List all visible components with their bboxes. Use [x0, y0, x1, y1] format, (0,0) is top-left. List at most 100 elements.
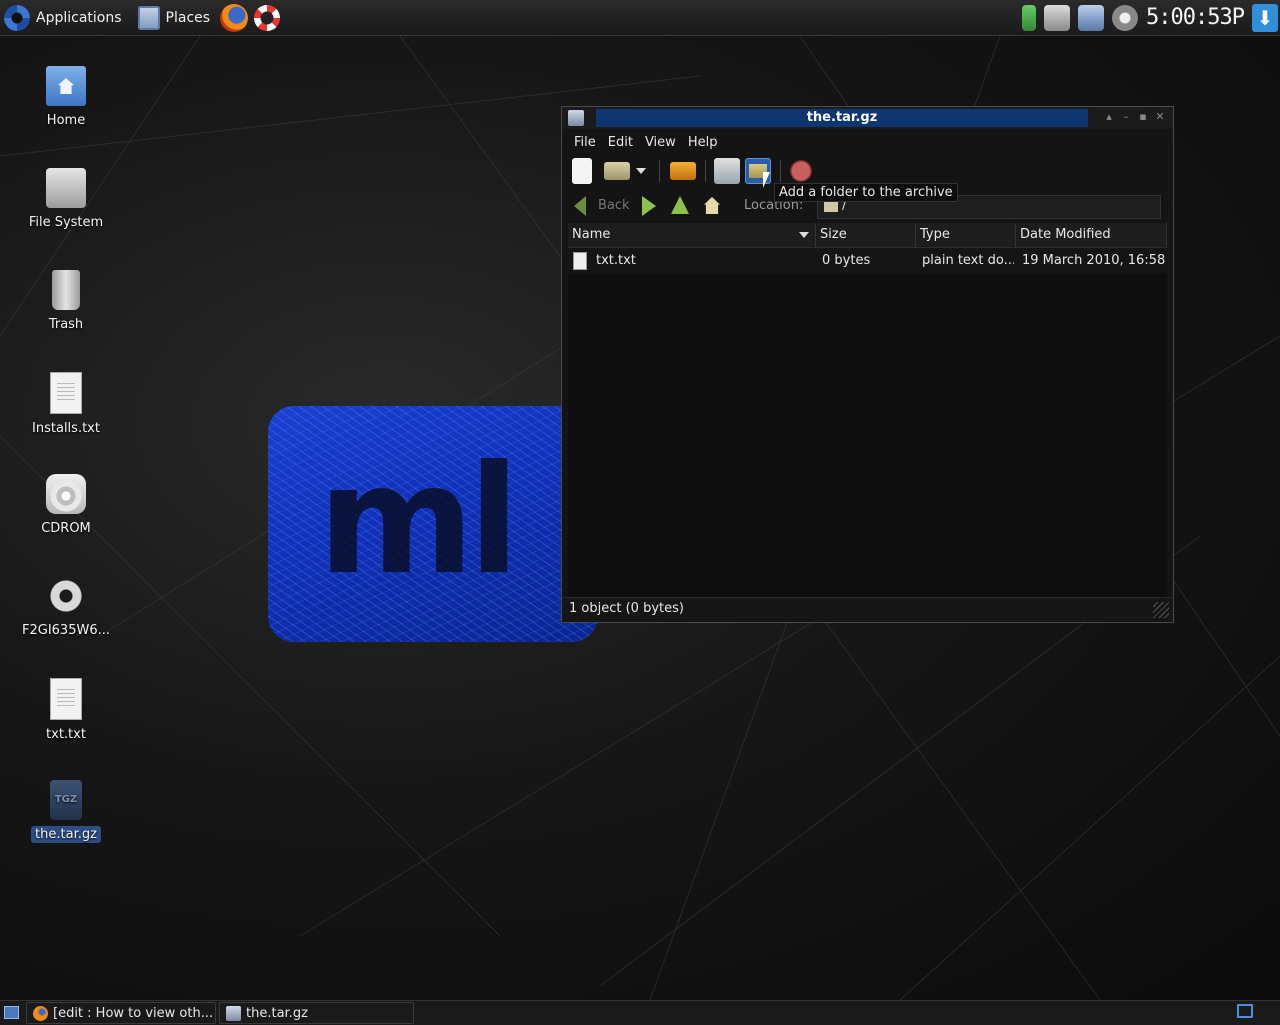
- text-file-icon: [573, 252, 587, 270]
- task-label: the.tar.gz: [246, 1006, 308, 1021]
- desktop-icon-label: Trash: [48, 317, 84, 332]
- home-button[interactable]: [702, 196, 724, 216]
- gear-file-icon: [46, 576, 86, 616]
- column-size[interactable]: Size: [816, 223, 916, 247]
- desktop-icon-label: CDROM: [41, 521, 91, 536]
- volume-icon[interactable]: [1112, 4, 1139, 31]
- desktop-icon-installs[interactable]: Installs.txt: [18, 372, 114, 437]
- firefox-launcher[interactable]: [220, 0, 249, 35]
- back-arrow-icon: [574, 196, 586, 216]
- status-text: 1 object (0 bytes): [569, 601, 684, 616]
- column-type-label: Type: [920, 227, 950, 242]
- folder-icon: [824, 201, 838, 212]
- open-archive-icon[interactable]: [604, 162, 630, 180]
- toolbar-separator: [780, 160, 781, 182]
- menu-view[interactable]: View: [645, 135, 676, 150]
- desktop-icon-txt[interactable]: txt.txt: [18, 678, 114, 743]
- applications-label: Applications: [36, 9, 122, 26]
- stop-icon[interactable]: [790, 160, 812, 182]
- desktop-icon-label: File System: [28, 215, 104, 230]
- maximize-button[interactable]: ▪: [1136, 110, 1150, 124]
- back-label: Back: [598, 198, 630, 213]
- row-size: 0 bytes: [822, 253, 871, 268]
- desktop-icon-the-tar-gz[interactable]: TGZ the.tar.gz: [18, 780, 114, 843]
- screenshot-icon[interactable]: [1044, 4, 1071, 31]
- minimize-button[interactable]: –: [1119, 110, 1133, 124]
- battery-icon[interactable]: [1022, 4, 1037, 31]
- workspace-switcher[interactable]: [1237, 1004, 1253, 1018]
- firefox-icon: [33, 1006, 48, 1021]
- desktop-icon-cdrom[interactable]: CDROM: [18, 474, 114, 537]
- column-name[interactable]: Name: [568, 223, 816, 247]
- column-type[interactable]: Type: [916, 223, 1016, 247]
- cdrom-icon: [46, 474, 86, 514]
- row-date-modified: 19 March 2010, 16:58: [1022, 253, 1166, 268]
- wallpaper-logo-letters: ml: [318, 434, 520, 608]
- desktop-icon-label: txt.txt: [46, 727, 86, 742]
- desktop-icon-trash[interactable]: Trash: [18, 270, 114, 333]
- help-icon: [254, 4, 281, 31]
- desktop-icon-file-system[interactable]: File System: [18, 168, 114, 231]
- desktop-icon-f2gi635w6[interactable]: F2GI635W6...: [18, 576, 114, 639]
- desktop-icon-home[interactable]: Home: [18, 66, 114, 129]
- resize-grip[interactable]: [1153, 602, 1169, 618]
- firefox-icon: [220, 3, 249, 32]
- extract-icon[interactable]: [670, 162, 696, 180]
- mouse-cursor: [763, 172, 777, 188]
- update-download-icon[interactable]: ⬇: [1252, 3, 1278, 32]
- places-menu[interactable]: Places: [132, 0, 217, 35]
- applications-menu[interactable]: Applications: [0, 0, 128, 35]
- forward-arrow-icon: [642, 196, 656, 216]
- chevron-down-icon: [636, 168, 646, 174]
- forward-button[interactable]: [638, 196, 660, 216]
- file-list: Name Size Type Date Modified txt.txt 0 b…: [568, 223, 1167, 598]
- archive-manager-icon[interactable]: [568, 110, 584, 126]
- applications-icon: [4, 4, 30, 31]
- bottom-taskbar: [edit : How to view oth... the.tar.gz: [0, 1000, 1280, 1025]
- open-recent-dropdown[interactable]: [634, 158, 648, 184]
- shade-button[interactable]: ▴: [1102, 110, 1116, 124]
- home-icon: [704, 197, 720, 214]
- menu-file[interactable]: File: [574, 135, 596, 150]
- home-folder-icon: [46, 66, 86, 106]
- up-button[interactable]: [669, 196, 691, 216]
- column-date-modified[interactable]: Date Modified: [1016, 223, 1167, 247]
- desktop-icon-label: Installs.txt: [32, 421, 100, 436]
- trash-icon: [52, 270, 80, 310]
- network-icon[interactable]: [1078, 4, 1105, 31]
- window-titlebar[interactable]: the.tar.gz ▴ – ▪ ✕: [562, 107, 1173, 129]
- desktop-icon-label: Home: [46, 113, 86, 128]
- close-button[interactable]: ✕: [1153, 110, 1167, 124]
- task-archive-manager[interactable]: the.tar.gz: [219, 1002, 414, 1024]
- clock[interactable]: 5:00:53P: [1146, 5, 1245, 30]
- menu-edit[interactable]: Edit: [608, 135, 633, 150]
- text-file-icon: [50, 372, 82, 414]
- up-arrow-icon: [671, 196, 689, 214]
- list-header: Name Size Type Date Modified: [568, 223, 1167, 248]
- archive-manager-icon: [226, 1006, 241, 1021]
- add-files-icon[interactable]: [714, 158, 740, 184]
- show-desktop-icon[interactable]: [4, 1006, 19, 1019]
- menubar: File Edit View Help: [562, 131, 1185, 153]
- column-date-label: Date Modified: [1020, 227, 1111, 242]
- toolbar-separator: [659, 160, 660, 182]
- tooltip: Add a folder to the archive: [774, 183, 958, 202]
- system-tray: 5:00:53P ⬇: [1022, 0, 1280, 35]
- help-launcher[interactable]: [254, 0, 281, 35]
- sort-descending-icon: [799, 232, 809, 238]
- table-row[interactable]: txt.txt 0 bytes plain text do... 19 Marc…: [568, 248, 1167, 274]
- places-label: Places: [165, 9, 211, 26]
- new-archive-icon[interactable]: [572, 158, 592, 184]
- row-type: plain text do...: [922, 253, 1014, 268]
- toolbar-separator: [705, 160, 706, 182]
- window-title: the.tar.gz: [596, 109, 1088, 127]
- back-button[interactable]: [574, 196, 596, 216]
- tgz-archive-icon: TGZ: [50, 780, 82, 820]
- top-panel: Applications Places 5:00:53P ⬇: [0, 0, 1280, 36]
- task-label: [edit : How to view oth...: [53, 1006, 214, 1021]
- task-firefox[interactable]: [edit : How to view oth...: [26, 1002, 216, 1024]
- column-name-label: Name: [572, 227, 611, 242]
- menu-help[interactable]: Help: [688, 135, 718, 150]
- wallpaper-logo: ml: [268, 406, 598, 642]
- hard-disk-icon: [46, 168, 86, 208]
